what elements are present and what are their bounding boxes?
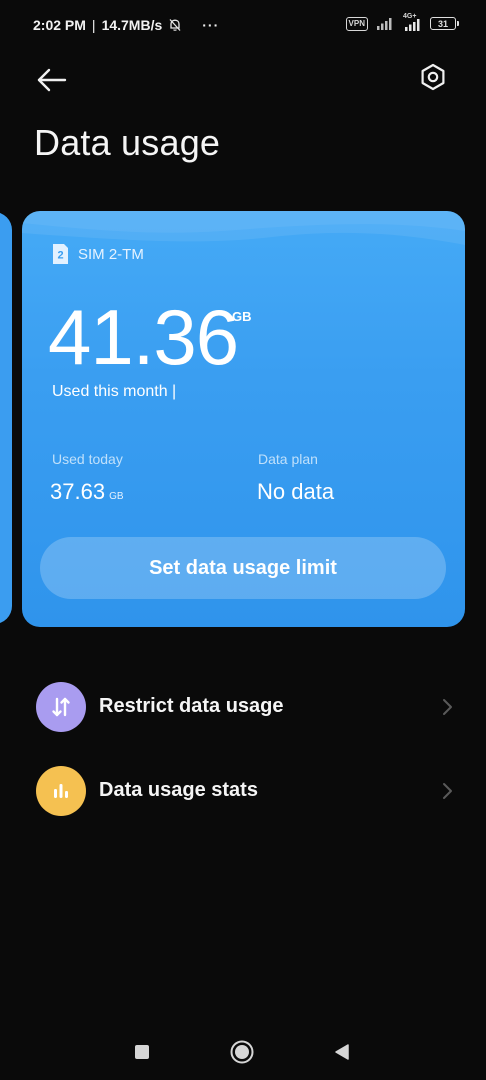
status-time: 2:02 PM xyxy=(33,17,86,33)
sim-number: 2 xyxy=(57,250,63,262)
chevron-right-icon xyxy=(443,699,452,715)
sim-usage-card[interactable]: 2 SIM 2-TM 41.36 GB Used this month | Us… xyxy=(22,211,465,627)
home-circle-icon xyxy=(230,1040,254,1064)
back-arrow-icon xyxy=(37,68,67,92)
restrict-data-usage-label: Restrict data usage xyxy=(99,695,284,717)
signal-icon xyxy=(376,17,394,30)
used-today-value: 37.63 GB xyxy=(50,479,124,505)
status-bar: 2:02 PM | 14.7MB/s ··· VPN 4G+ 31 xyxy=(0,0,486,54)
gear-icon xyxy=(421,63,445,91)
set-data-usage-limit-button[interactable]: Set data usage limit xyxy=(40,537,446,599)
bell-off-icon xyxy=(168,18,182,32)
status-left: 2:02 PM | 14.7MB/s ··· xyxy=(33,17,219,33)
status-right: VPN 4G+ 31 xyxy=(345,13,459,31)
page-title: Data usage xyxy=(34,122,221,163)
sim-header: 2 SIM 2-TM xyxy=(52,243,144,265)
network-type-label: 4G+ xyxy=(403,13,417,20)
status-separator: | xyxy=(91,17,96,33)
navigation-bar xyxy=(0,1020,486,1080)
back-button[interactable] xyxy=(34,62,70,98)
top-bar xyxy=(0,54,486,104)
restrict-data-usage-item[interactable]: Restrict data usage xyxy=(0,672,486,742)
data-plan-label: Data plan xyxy=(258,451,318,467)
chevron-right-icon xyxy=(443,783,452,799)
previous-sim-card[interactable] xyxy=(0,212,12,624)
data-plan-value[interactable]: No data xyxy=(257,479,334,505)
signal-4g-icon: 4G+ xyxy=(402,13,422,31)
used-today-number: 37.63 xyxy=(50,479,106,504)
sim-label: SIM 2-TM xyxy=(78,245,144,263)
triangle-back-icon xyxy=(335,1044,349,1060)
nav-back-button[interactable] xyxy=(328,1038,356,1066)
network-speed: 14.7MB/s xyxy=(101,17,163,33)
settings-button[interactable] xyxy=(418,62,448,92)
square-icon xyxy=(135,1045,149,1059)
data-usage-stats-label: Data usage stats xyxy=(99,779,258,801)
more-notifications-icon: ··· xyxy=(202,17,220,33)
data-usage-stats-item[interactable]: Data usage stats xyxy=(0,756,486,826)
sim-card-icon: 2 xyxy=(52,243,69,265)
used-today-label: Used today xyxy=(52,451,123,467)
bar-chart-icon xyxy=(36,766,86,816)
battery-icon: 31 xyxy=(430,17,459,30)
home-button[interactable] xyxy=(228,1038,256,1066)
monthly-usage-unit: GB xyxy=(232,309,252,324)
recents-button[interactable] xyxy=(128,1038,156,1066)
used-today-unit: GB xyxy=(109,491,124,502)
vpn-badge: VPN xyxy=(345,16,368,31)
monthly-usage-caption: Used this month | xyxy=(52,383,177,400)
monthly-usage-value: 41.36 xyxy=(48,293,239,381)
arrows-updown-icon xyxy=(36,682,86,732)
